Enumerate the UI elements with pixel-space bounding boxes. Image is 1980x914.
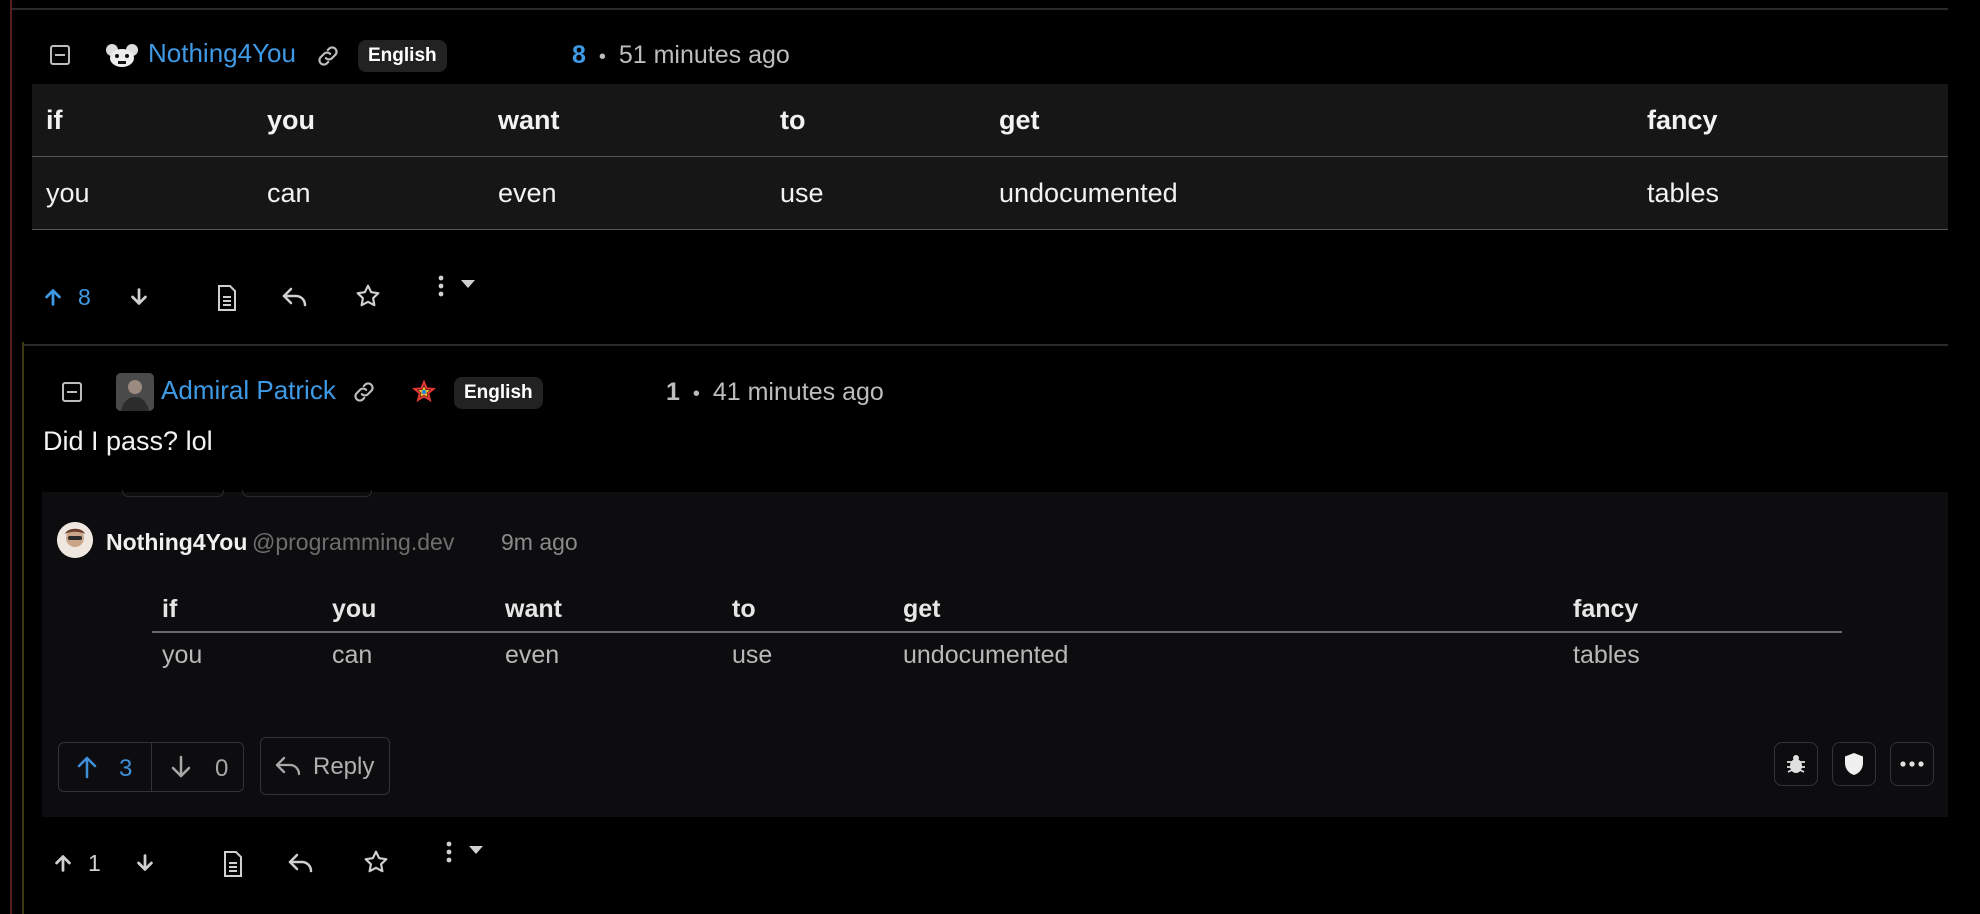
vote-divider [151, 743, 152, 791]
table-header: get [985, 84, 1633, 157]
embed-reply-button: Reply [260, 737, 390, 795]
embed-vote-box: 3 0 [58, 742, 244, 792]
table-header: to [722, 587, 893, 633]
table-cell: use [766, 156, 985, 230]
embed-username: Nothing4You [106, 529, 248, 555]
embed-reply-icon [275, 754, 301, 778]
table-cell: undocumented [985, 156, 1633, 230]
table-cell: can [253, 156, 484, 230]
caret-down-icon[interactable] [468, 845, 484, 855]
meta-separator: • [598, 46, 606, 68]
table-header: if [32, 84, 253, 157]
embed-instance: @programming.dev [252, 529, 455, 555]
thread-line-inner [22, 342, 24, 914]
table-cell: even [505, 640, 560, 669]
table-cell: undocumented [903, 640, 1069, 669]
embed-time: 9m ago [501, 529, 578, 555]
upvote-icon[interactable] [40, 284, 66, 310]
language-badge: English [358, 40, 447, 72]
table-header: if [152, 587, 322, 633]
upvote-count: 1 [88, 850, 101, 876]
upvote-count: 8 [78, 284, 91, 310]
comment-body: Did I pass? lol [43, 426, 213, 456]
table-cell: tables [1633, 156, 1948, 230]
table-cell: even [484, 156, 766, 230]
comment-table: if you want to get fancy you can even us… [32, 84, 1948, 230]
link-icon[interactable] [314, 42, 342, 70]
bot-avatar-icon [104, 40, 140, 70]
table-header-row: if you want to get fancy [32, 84, 1948, 157]
cropped-element [242, 490, 372, 497]
comment-time: 41 minutes ago [712, 378, 884, 406]
caret-down-icon[interactable] [460, 279, 476, 289]
table-header: you [253, 84, 484, 157]
pride-flag-icon [410, 378, 438, 406]
table-cell: can [332, 640, 373, 669]
table-cell: tables [1573, 640, 1640, 669]
view-source-icon[interactable] [213, 283, 241, 313]
table-header: fancy [1633, 84, 1948, 157]
ellipsis-icon [1890, 742, 1934, 786]
comment-score: 1 [666, 378, 680, 406]
top-divider [12, 8, 1948, 10]
table-cell: you [32, 156, 253, 230]
comment-meta: 1 • 41 minutes ago [666, 378, 884, 407]
downvote-icon[interactable] [132, 850, 158, 876]
comment-divider [24, 344, 1948, 346]
star-icon[interactable] [354, 282, 382, 310]
upvote-icon[interactable] [50, 850, 76, 876]
comment-score: 8 [572, 41, 586, 69]
shield-icon [1832, 742, 1876, 786]
comment-author[interactable]: Admiral Patrick [161, 375, 336, 406]
meta-separator: • [692, 383, 700, 405]
more-icon[interactable] [444, 840, 454, 864]
table-header: want [484, 84, 766, 157]
table-row: you can even use undocumented tables [152, 632, 1842, 677]
star-icon[interactable] [362, 848, 390, 876]
reply-icon[interactable] [280, 283, 310, 311]
embed-upvote-icon [75, 755, 99, 779]
thread-line-outer [10, 0, 12, 914]
reply-icon[interactable] [286, 849, 316, 877]
user-avatar[interactable] [116, 373, 154, 411]
view-source-icon[interactable] [219, 849, 247, 879]
comment-author[interactable]: Nothing4You [148, 38, 296, 69]
table-header: fancy [1563, 587, 1842, 633]
downvote-icon[interactable] [126, 284, 152, 310]
embedded-screenshot: Nothing4You @programming.dev 9m ago if y… [42, 490, 1948, 817]
table-header: want [495, 587, 722, 633]
comment-meta: 8 • 51 minutes ago [572, 41, 790, 70]
table-cell: you [162, 640, 203, 669]
embed-downvote-count: 0 [215, 755, 229, 782]
embed-upvote-count: 3 [119, 755, 133, 782]
collapse-button[interactable] [62, 382, 82, 402]
table-row: you can even use undocumented tables [32, 156, 1948, 230]
language-badge: English [454, 377, 543, 409]
embed-downvote-icon [169, 755, 193, 779]
table-header: to [766, 84, 985, 157]
more-icon[interactable] [436, 274, 446, 298]
comment-time: 51 minutes ago [618, 41, 790, 69]
collapse-button[interactable] [50, 45, 70, 65]
table-header: get [893, 587, 1563, 633]
bug-icon [1774, 742, 1818, 786]
link-icon[interactable] [350, 378, 378, 406]
table-header: you [322, 587, 495, 633]
cropped-element [122, 490, 224, 497]
table-cell: use [732, 640, 773, 669]
embed-table: if you want to get fancy you can even us… [152, 587, 1842, 677]
embed-user-avatar [57, 522, 93, 558]
embed-reply-label: Reply [313, 753, 375, 780]
table-header-row: if you want to get fancy [152, 587, 1842, 633]
